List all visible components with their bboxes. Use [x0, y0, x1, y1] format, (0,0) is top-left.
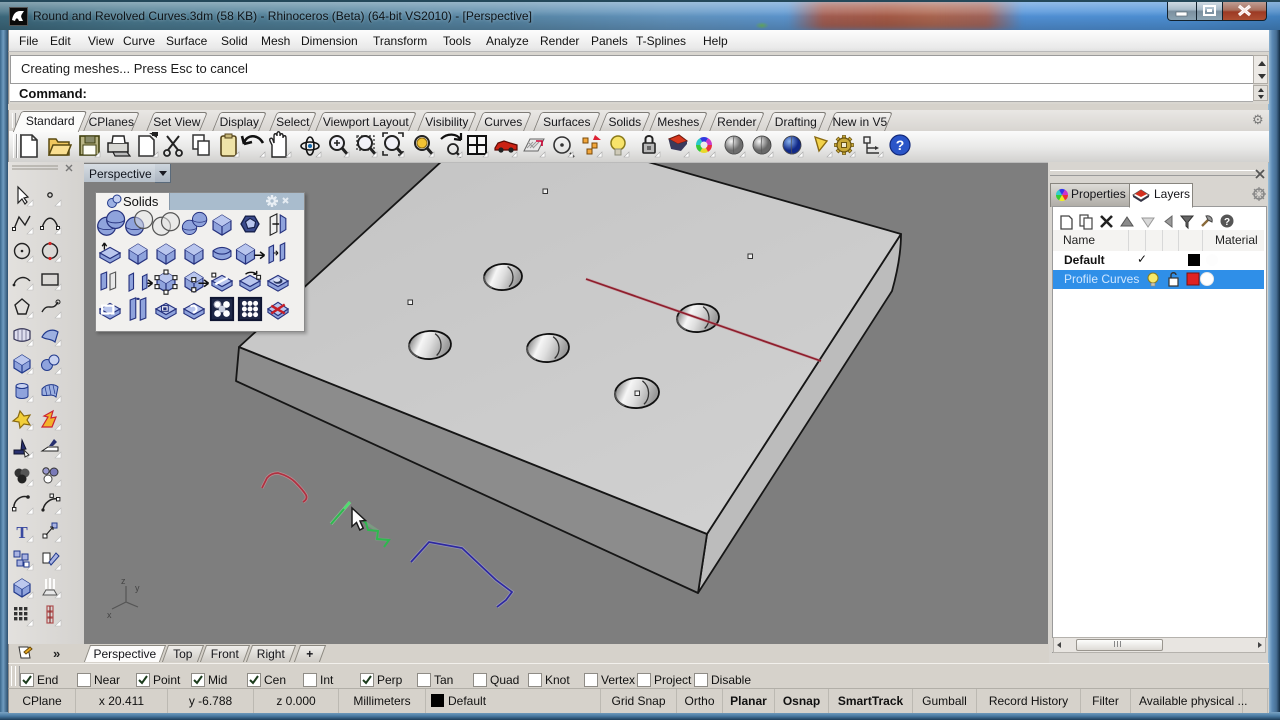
- svg-text:?: ?: [896, 137, 905, 153]
- svg-text:»: »: [53, 646, 60, 661]
- svg-text:y: y: [135, 583, 140, 593]
- svg-text:?: ?: [1224, 217, 1230, 228]
- svg-text:x: x: [107, 610, 112, 620]
- svg-text:T: T: [16, 523, 28, 542]
- svg-text:z: z: [121, 576, 126, 586]
